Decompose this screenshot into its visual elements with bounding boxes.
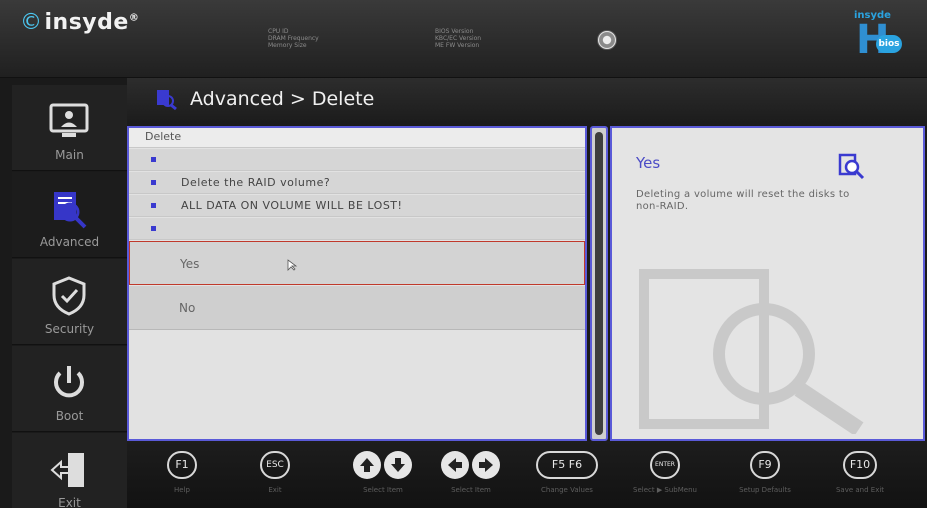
mouse-cursor-icon: [287, 259, 298, 271]
sidebar-item-advanced[interactable]: Advanced: [12, 172, 127, 258]
shield-icon: [52, 276, 86, 316]
h2o-bios-badge: insyde H bios: [848, 10, 910, 68]
scrollbar[interactable]: [590, 126, 608, 441]
page-title: Advanced > Delete: [190, 88, 375, 110]
insyde-logo: ©insyde®: [20, 10, 140, 35]
sidebar-item-security[interactable]: Security: [12, 259, 127, 345]
f9-key[interactable]: F9: [750, 451, 780, 479]
message-row: [129, 149, 585, 171]
message-row: Delete the RAID volume?: [129, 172, 585, 194]
sidebar-item-label: Exit: [58, 496, 81, 508]
title-bar: Advanced > Delete: [127, 78, 927, 126]
sidebar-item-label: Security: [44, 322, 95, 336]
monitor-icon: [49, 103, 89, 137]
up-arrow-icon[interactable]: [353, 451, 381, 479]
header-bar: ©insyde® CPU ID DRAM Frequency Memory Si…: [0, 0, 927, 78]
clock-icon: [597, 30, 617, 50]
f10-key[interactable]: F10: [843, 451, 877, 479]
system-info-left: CPU ID DRAM Frequency Memory Size: [268, 28, 319, 49]
option-yes[interactable]: Yes: [129, 241, 585, 285]
footer-keybar: F1 Help ESC Exit Select Item Select Item…: [127, 441, 927, 508]
f5-f6-key[interactable]: F5 F6: [536, 451, 598, 479]
right-arrow-icon[interactable]: [472, 451, 500, 479]
sidebar-item-exit[interactable]: Exit: [12, 433, 127, 508]
message-row: [129, 218, 585, 240]
delete-dialog-panel: Delete Delete the RAID volume? ALL DATA …: [127, 126, 587, 441]
advanced-icon: [838, 153, 865, 180]
sidebar-item-label: Boot: [55, 409, 84, 423]
sidebar-item-label: Main: [55, 148, 84, 162]
system-info-right: BIOS Version KBC/EC Version ME FW Versio…: [435, 28, 482, 49]
sidebar-item-label: Advanced: [39, 235, 100, 249]
message-row: ALL DATA ON VOLUME WILL BE LOST!: [129, 195, 585, 217]
panel-header: Delete: [129, 128, 585, 148]
bullet-icon: [151, 226, 156, 231]
bullet-icon: [151, 157, 156, 162]
help-panel: Yes Deleting a volume will reset the dis…: [610, 126, 925, 441]
sidebar-item-main[interactable]: Main: [12, 85, 127, 171]
logo-swoosh-icon: ©: [20, 10, 43, 35]
esc-key[interactable]: ESC: [260, 451, 290, 479]
left-arrow-icon[interactable]: [441, 451, 469, 479]
sidebar: Main Advanced Security Boot Exit: [12, 85, 127, 508]
f1-key[interactable]: F1: [167, 451, 197, 479]
help-title: Yes: [636, 154, 661, 172]
power-icon: [54, 366, 84, 398]
bullet-icon: [151, 203, 156, 208]
sidebar-item-boot[interactable]: Boot: [12, 346, 127, 432]
exit-door-icon: [50, 453, 84, 487]
enter-key[interactable]: ENTER: [650, 451, 680, 479]
advanced-watermark-icon: [639, 269, 864, 434]
down-arrow-icon[interactable]: [384, 451, 412, 479]
scrollbar-thumb[interactable]: [595, 132, 603, 435]
option-no[interactable]: No: [129, 286, 585, 330]
advanced-icon: [54, 192, 87, 229]
help-description: Deleting a volume will reset the disks t…: [636, 189, 850, 212]
bullet-icon: [151, 180, 156, 185]
advanced-icon: [157, 90, 177, 110]
